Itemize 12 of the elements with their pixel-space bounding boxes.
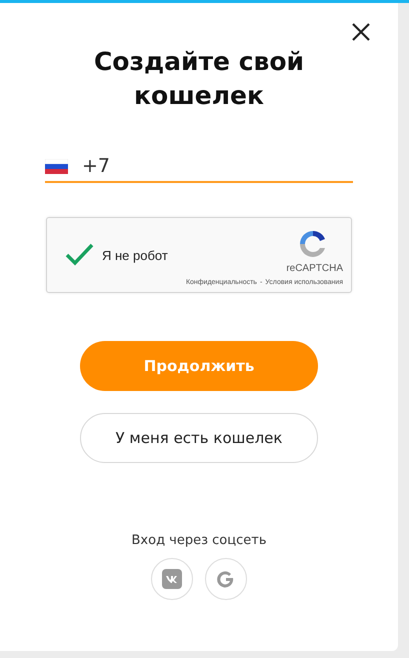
dialog-title: Создайте свой кошелек [92, 46, 306, 112]
phone-field[interactable]: +7 [82, 155, 322, 177]
social-button[interactable] [205, 558, 247, 600]
close-icon [352, 23, 370, 41]
recaptcha-brand: reCAPTCHA [286, 263, 343, 274]
vk-icon [162, 569, 182, 589]
social-button[interactable] [151, 558, 193, 600]
wallet-button[interactable]: У меня есть кошелек [80, 413, 318, 463]
google-icon [216, 569, 236, 589]
flag-icon [45, 158, 68, 174]
social-login-title: Вход через соцсеть [132, 533, 266, 548]
recaptcha-label: Я не робот [102, 248, 168, 265]
